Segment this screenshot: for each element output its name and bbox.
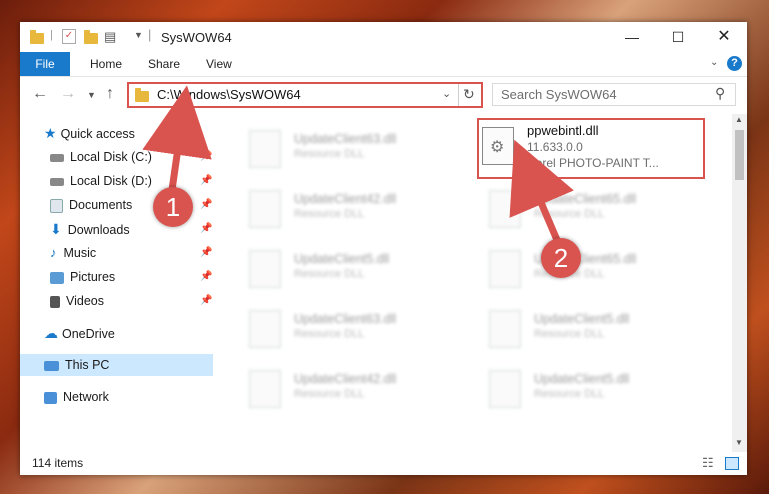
- arrow-2: [509, 139, 574, 242]
- step-marker-1: 1: [153, 187, 193, 227]
- annotation-arrows: [142, 85, 574, 242]
- arrow-1: [142, 85, 212, 191]
- step-marker-2: 2: [541, 238, 581, 278]
